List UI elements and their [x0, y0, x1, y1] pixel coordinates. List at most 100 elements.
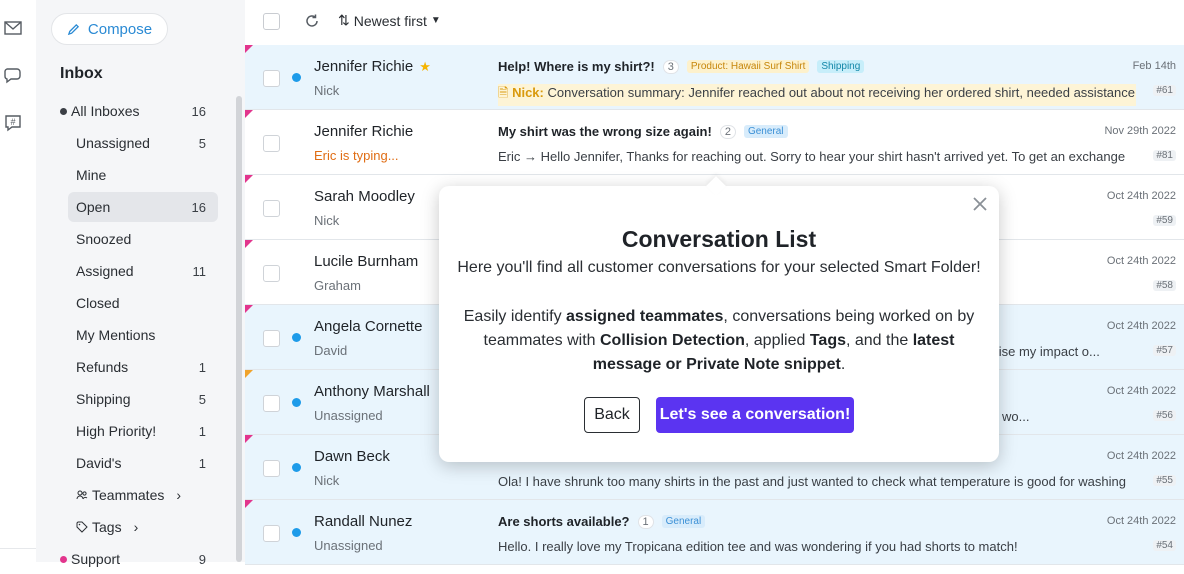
sidebar-item-mine[interactable]: Mine [68, 160, 218, 190]
sidebar: Compose Inbox All Inboxes 16 Unassigned … [36, 0, 245, 567]
conversation-number: #61 [1153, 85, 1176, 96]
preview-text: Ola! I have shrunk too many shirts in th… [498, 474, 1126, 489]
sidebar-item-teammates[interactable]: Teammates › [68, 480, 218, 510]
back-button[interactable]: Back [584, 397, 640, 433]
sidebar-item-count: 16 [191, 103, 206, 119]
conversation-number: #81 [1153, 150, 1176, 161]
conversation-number: #57 [1153, 345, 1176, 356]
sidebar-item-tags[interactable]: Tags › [68, 512, 218, 542]
sidebar-item-unassigned[interactable]: Unassigned 5 [68, 128, 218, 158]
sidebar-item-assigned[interactable]: Assigned 11 [68, 256, 218, 286]
assignee: Nick [314, 213, 340, 228]
sidebar-item-closed[interactable]: Closed [68, 288, 218, 318]
conversation-date: Oct 24th 2022 [1106, 190, 1176, 202]
sidebar-scrollbar[interactable] [236, 96, 242, 562]
close-icon[interactable] [971, 195, 989, 213]
row-checkbox[interactable] [263, 525, 280, 542]
conversation-date: Oct 24th 2022 [1106, 320, 1176, 332]
note-author: Nick: [512, 85, 544, 100]
see-conversation-button[interactable]: Let's see a conversation! [656, 397, 854, 433]
conversation-subject: Are shorts available? 1 General [498, 514, 706, 529]
sidebar-item-label: Closed [76, 295, 120, 311]
sort-dropdown[interactable]: ⇅ Newest first ▼ [338, 12, 441, 29]
sort-icon: ⇅ [338, 12, 350, 28]
sidebar-item-my-mentions[interactable]: My Mentions [68, 320, 218, 350]
body-text: , applied [744, 332, 810, 349]
sidebar-item-davids[interactable]: David's 1 [68, 448, 218, 478]
conversation-date: Oct 24th 2022 [1106, 385, 1176, 397]
chat-icon[interactable] [3, 65, 23, 85]
conversation-date: Nov 29th 2022 [1104, 125, 1176, 137]
sidebar-item-label: Open [76, 199, 111, 215]
assignee: Nick [314, 83, 340, 98]
sidebar-item-count: 11 [192, 263, 207, 279]
body-emphasis: Tags [809, 332, 846, 349]
sidebar-item-shipping[interactable]: Shipping 5 [68, 384, 218, 414]
mail-icon[interactable] [3, 18, 23, 38]
sidebar-item-label: Snoozed [76, 231, 132, 247]
tag-product: Product: Hawaii Surf Shirt [686, 60, 810, 73]
customer-name-text: Jennifer Richie [314, 58, 414, 75]
svg-text:#: # [10, 117, 15, 127]
refresh-icon[interactable] [303, 12, 321, 30]
row-checkbox[interactable] [263, 200, 280, 217]
subject-text: Are shorts available? [498, 514, 630, 529]
star-icon[interactable]: ★ [419, 59, 431, 74]
unread-dot [292, 463, 301, 472]
sidebar-item-label: Tags [92, 519, 122, 535]
channel-icon[interactable]: # [3, 113, 23, 133]
assignee: David [314, 343, 348, 358]
sidebar-item-count: 16 [191, 199, 206, 215]
priority-flag [245, 240, 253, 248]
sidebar-item-label: High Priority! [76, 423, 157, 439]
row-checkbox[interactable] [263, 330, 280, 347]
conversation-row[interactable]: Randall Nunez Unassigned Are shorts avai… [245, 500, 1184, 565]
sidebar-item-label: Refunds [76, 359, 129, 375]
row-checkbox[interactable] [263, 265, 280, 282]
sidebar-item-count: 5 [198, 135, 206, 151]
onboarding-popover: Conversation List Here you'll find all c… [439, 176, 999, 462]
message-count: 2 [719, 124, 736, 139]
preview-text: Conversation summary: Jennifer reached o… [547, 85, 1136, 100]
conversation-subject: Help! Where is my shirt?! 3 Product: Haw… [498, 59, 865, 74]
inbox-dot [60, 555, 67, 563]
conversation-number: #54 [1153, 540, 1176, 551]
sidebar-item-label: Teammates [92, 487, 165, 503]
customer-name: Anthony Marshall [314, 383, 430, 400]
body-text: , and the [845, 332, 913, 349]
sidebar-item-label: My Mentions [76, 327, 156, 343]
sidebar-item-open[interactable]: Open 16 [68, 192, 218, 222]
sort-label: Newest first [353, 12, 427, 29]
popover-body: Easily identify assigned teammates, conv… [459, 305, 979, 377]
conversation-subject: My shirt was the wrong size again! 2 Gen… [498, 124, 788, 139]
select-all-checkbox[interactable] [263, 13, 280, 30]
conversation-number: #59 [1153, 215, 1176, 226]
message-count: 3 [662, 59, 679, 74]
compose-label: Compose [87, 20, 153, 38]
compose-button[interactable]: Compose [51, 13, 168, 45]
tag-shipping: Shipping [817, 60, 865, 73]
conversation-row[interactable]: Jennifer Richie Eric is typing... My shi… [245, 110, 1184, 175]
inbox-dot [60, 107, 67, 115]
row-checkbox[interactable] [263, 395, 280, 412]
sidebar-item-all-inboxes[interactable]: All Inboxes 16 [56, 96, 218, 126]
sidebar-item-count: 1 [198, 359, 206, 375]
list-toolbar: ⇅ Newest first ▼ [245, 0, 1184, 44]
preview-text: Hello. I really love my Tropicana editio… [498, 539, 1018, 554]
sidebar-item-support[interactable]: Support 9 [56, 544, 218, 574]
priority-flag [245, 110, 253, 118]
customer-name: Dawn Beck [314, 448, 390, 465]
sidebar-item-label: David's [76, 455, 122, 471]
pencil-icon [67, 23, 79, 35]
assignee: Unassigned [314, 408, 383, 423]
row-checkbox[interactable] [263, 70, 280, 87]
customer-name: Lucile Burnham [314, 253, 419, 270]
row-checkbox[interactable] [263, 460, 280, 477]
subject-text: My shirt was the wrong size again! [498, 124, 712, 139]
row-checkbox[interactable] [263, 135, 280, 152]
sidebar-item-snoozed[interactable]: Snoozed [68, 224, 218, 254]
conversation-row[interactable]: Jennifer Richie ★ Nick Help! Where is my … [245, 45, 1184, 110]
customer-name: Sarah Moodley [314, 188, 415, 205]
sidebar-item-high-priority[interactable]: High Priority! 1 [68, 416, 218, 446]
sidebar-item-refunds[interactable]: Refunds 1 [68, 352, 218, 382]
